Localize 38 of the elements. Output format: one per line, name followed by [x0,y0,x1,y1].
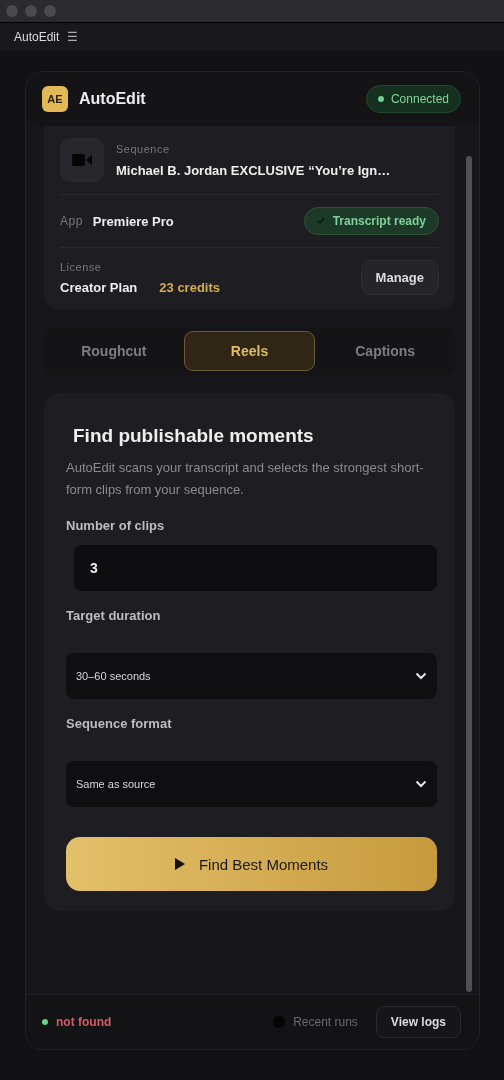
tab[interactable]: Captions [319,331,451,371]
dropdown[interactable]: 30–60 seconds [66,653,437,699]
app-name: Premiere Pro [92,213,175,229]
description: AutoEdit scans your transcript and selects the strongest short-form clips from your sequence. [66,459,425,499]
dropdown[interactable]: Same as source [66,761,437,807]
window-control[interactable] [44,5,56,17]
tab[interactable]: Roughcut [48,331,180,371]
input-field[interactable]: 3 [74,545,437,591]
tab[interactable]: Reels [183,331,316,371]
field-label: Sequence format [66,716,173,731]
window-control[interactable] [25,5,37,17]
scrollbar[interactable] [466,156,472,992]
manage-button[interactable]: Manage [360,260,439,295]
panel-title: AutoEdit [79,90,147,108]
recent-runs-link[interactable]: Recent runs [293,1015,358,1029]
credits-count: 23 credits [159,279,220,295]
sequence-label: Sequence [116,142,171,155]
app-title: AutoEdit [14,30,60,44]
play-icon [174,858,185,870]
license-label: License [60,260,103,273]
app-label: App [60,214,83,228]
find-moments-button[interactable]: Find Best Moments [66,837,437,891]
window-control[interactable] [6,5,18,17]
status-text: not found [56,1015,113,1029]
transcript-badge: Transcript ready [303,207,439,235]
field-label: Number of clips [66,518,166,533]
chevron-down-icon [415,780,427,788]
plan-name: Creator Plan [60,279,138,295]
section-heading: Find publishable moments [73,425,315,447]
view-logs-button[interactable]: View logs [375,1006,461,1038]
video-camera-icon [60,138,104,182]
sequence-name: Michael B. Jordan EXCLUSIVE “You’re Ign… [116,162,391,178]
menu-button[interactable]: ☰ [67,30,79,44]
field-label: Target duration [66,608,162,623]
logo: AE [42,86,68,112]
chevron-down-icon [415,672,427,680]
status-dot [42,1019,48,1025]
connection-badge: Connected [365,85,461,113]
